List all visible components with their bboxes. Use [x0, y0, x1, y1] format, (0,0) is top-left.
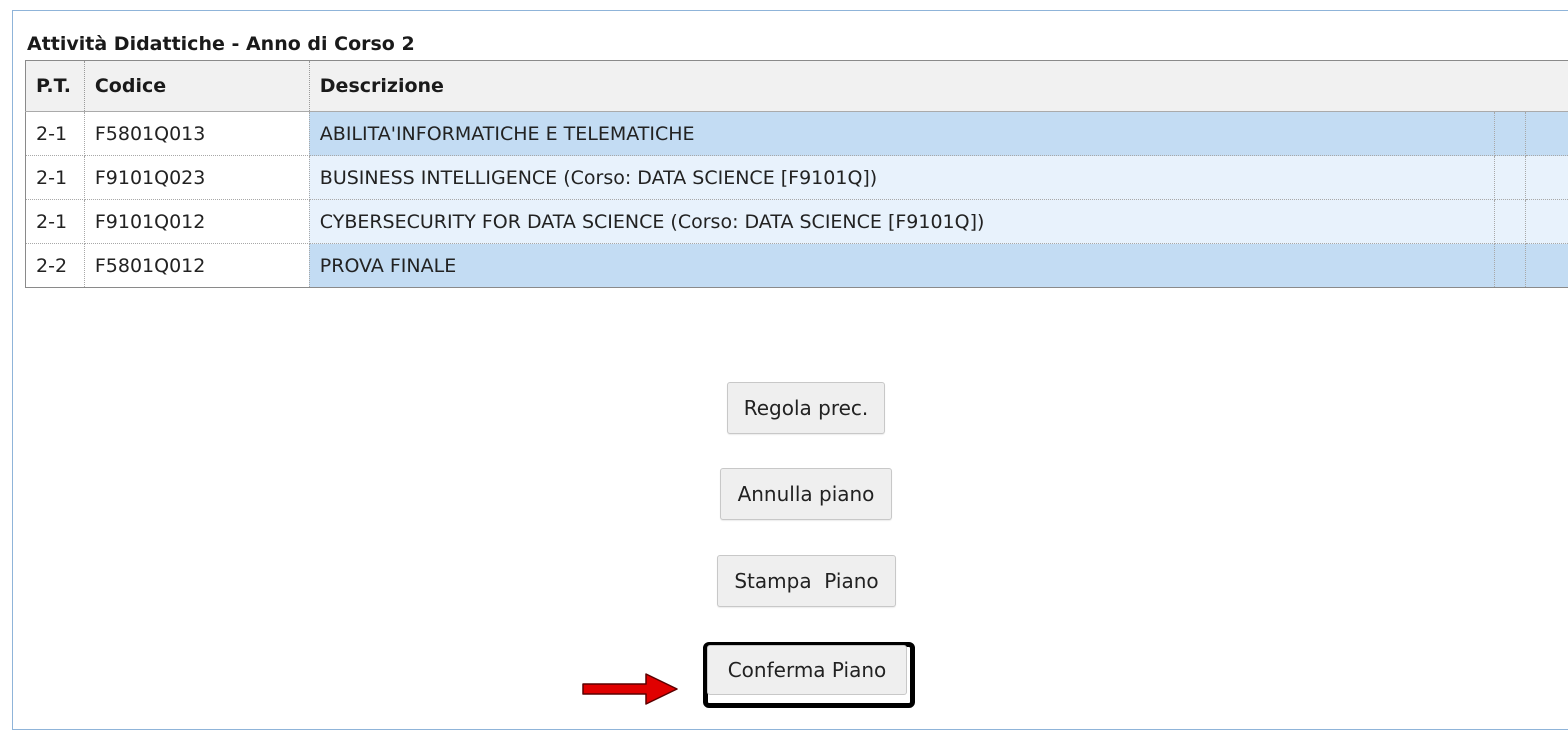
- cell-pt: 2-1: [26, 200, 85, 244]
- section-title: Attività Didattiche - Anno di Corso 2: [27, 33, 415, 55]
- column-header-code: Codice: [84, 61, 309, 112]
- cell-extra: [1525, 112, 1568, 156]
- cell-description: CYBERSECURITY FOR DATA SCIENCE (Corso: D…: [309, 200, 1494, 244]
- cell-code: F9101Q012: [84, 200, 309, 244]
- previous-rule-button[interactable]: Regola prec.: [727, 382, 885, 434]
- cell-pt: 2-1: [26, 156, 85, 200]
- table-row[interactable]: 2-1 F9101Q012 CYBERSECURITY FOR DATA SCI…: [26, 200, 1568, 244]
- cell-extra: [1525, 244, 1568, 288]
- cell-extra: [1495, 200, 1526, 244]
- confirm-plan-button[interactable]: Conferma Piano: [707, 645, 907, 695]
- cell-extra: [1525, 156, 1568, 200]
- column-header-description: Descrizione: [309, 61, 1568, 112]
- cell-extra: [1495, 112, 1526, 156]
- cell-extra: [1495, 156, 1526, 200]
- table-header-row: P.T. Codice Descrizione: [26, 61, 1568, 112]
- cell-description: ABILITA'INFORMATICHE E TELEMATICHE: [309, 112, 1494, 156]
- cell-code: F5801Q012: [84, 244, 309, 288]
- cell-extra: [1495, 244, 1526, 288]
- cell-code: F5801Q013: [84, 112, 309, 156]
- cell-pt: 2-2: [26, 244, 85, 288]
- table-row[interactable]: 2-2 F5801Q012 PROVA FINALE: [26, 244, 1568, 288]
- table-row[interactable]: 2-1 F9101Q023 BUSINESS INTELLIGENCE (Cor…: [26, 156, 1568, 200]
- cell-description: BUSINESS INTELLIGENCE (Corso: DATA SCIEN…: [309, 156, 1494, 200]
- column-header-pt: P.T.: [26, 61, 85, 112]
- cancel-plan-button[interactable]: Annulla piano: [720, 468, 892, 520]
- activities-table: P.T. Codice Descrizione 2-1 F5801Q013 AB…: [25, 60, 1568, 288]
- cell-extra: [1525, 200, 1568, 244]
- red-arrow-right-icon: [582, 672, 678, 706]
- cell-pt: 2-1: [26, 112, 85, 156]
- print-plan-button[interactable]: Stampa Piano: [717, 555, 896, 607]
- table-row[interactable]: 2-1 F5801Q013 ABILITA'INFORMATICHE E TEL…: [26, 112, 1568, 156]
- cell-description: PROVA FINALE: [309, 244, 1494, 288]
- cell-code: F9101Q023: [84, 156, 309, 200]
